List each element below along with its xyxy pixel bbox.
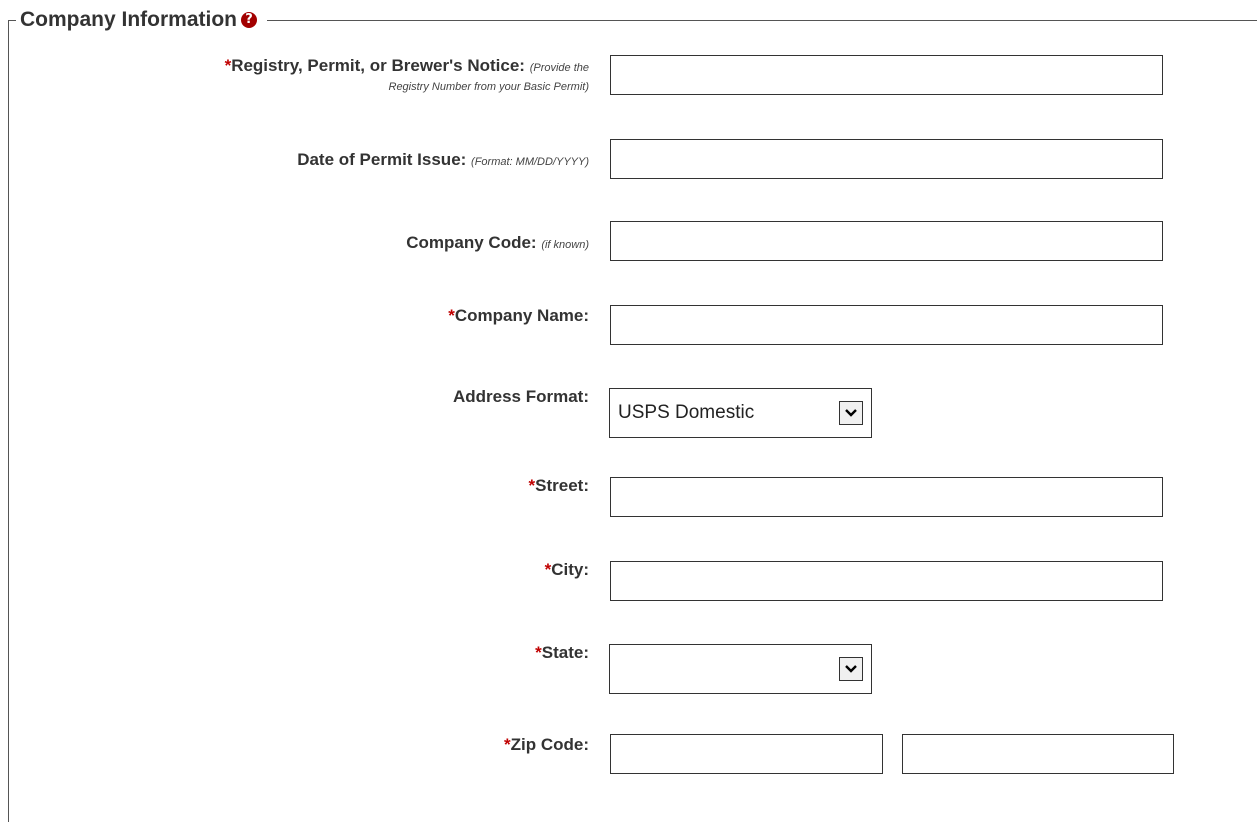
city-label: *City: xyxy=(545,560,589,580)
address-format-label: Address Format: xyxy=(453,387,589,407)
city-input[interactable] xyxy=(610,561,1163,601)
zip-code-label: *Zip Code: xyxy=(504,735,589,755)
company-code-label-text: Company Code: xyxy=(406,233,537,252)
company-name-input[interactable] xyxy=(610,305,1163,345)
permit-date-input[interactable] xyxy=(610,139,1163,179)
chevron-down-icon[interactable] xyxy=(839,657,863,681)
registry-label-text: Registry, Permit, or Brewer's Notice: xyxy=(231,56,525,75)
company-name-label: *Company Name: xyxy=(448,306,589,326)
section-title: Company Information xyxy=(20,8,238,31)
zip-extension-input[interactable] xyxy=(902,734,1174,774)
company-name-label-text: Company Name: xyxy=(454,306,589,325)
chevron-down-icon[interactable] xyxy=(839,401,863,425)
company-code-hint: (if known) xyxy=(541,239,589,251)
address-format-label-text: Address Format: xyxy=(452,387,589,406)
permit-date-label-text: Date of Permit Issue: xyxy=(297,150,467,169)
street-label: *Street: xyxy=(529,476,589,496)
company-code-label: Company Code: (if known) xyxy=(406,233,589,253)
required-marker: * xyxy=(503,735,511,754)
fieldset-border-left xyxy=(8,20,9,822)
registry-input[interactable] xyxy=(610,55,1163,95)
state-label: *State: xyxy=(535,643,589,663)
section-legend: Company Information ? xyxy=(16,6,268,34)
state-label-text: State: xyxy=(541,643,589,662)
address-format-select[interactable]: USPS Domestic xyxy=(609,388,872,438)
registry-label: *Registry, Permit, or Brewer's Notice: (… xyxy=(225,56,589,93)
street-input[interactable] xyxy=(610,477,1163,517)
required-marker: * xyxy=(535,643,542,662)
required-marker: * xyxy=(448,306,455,325)
city-label-text: City: xyxy=(551,560,589,579)
help-icon[interactable]: ? xyxy=(241,12,258,28)
state-select[interactable] xyxy=(609,644,872,694)
zip-code-label-text: Zip Code: xyxy=(510,735,589,754)
zip-code-input[interactable] xyxy=(610,734,883,774)
permit-date-label: Date of Permit Issue: (Format: MM/DD/YYY… xyxy=(297,150,589,170)
company-code-input[interactable] xyxy=(610,221,1163,261)
address-format-selected: USPS Domestic xyxy=(618,402,755,423)
street-label-text: Street: xyxy=(535,476,589,495)
registry-hint-line2: Registry Number from your Basic Permit) xyxy=(388,81,590,93)
registry-hint: (Provide the xyxy=(529,62,589,74)
permit-date-hint: (Format: MM/DD/YYYY) xyxy=(471,156,589,168)
